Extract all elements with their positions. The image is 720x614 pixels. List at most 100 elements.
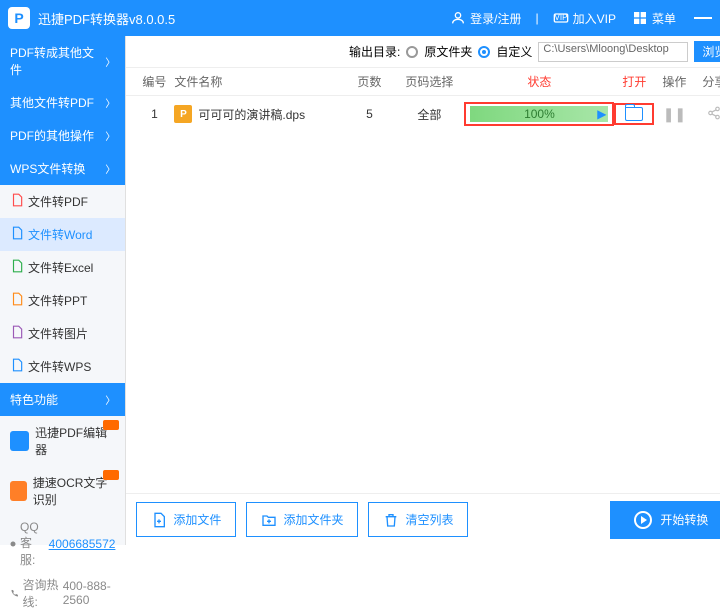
file-wps-icon bbox=[10, 358, 24, 372]
add-file-button[interactable]: 添加文件 bbox=[136, 502, 236, 537]
col-op: 操作 bbox=[654, 73, 694, 90]
radio-original-folder[interactable] bbox=[406, 46, 418, 58]
sidebar-cat-special[interactable]: 特色功能〉 bbox=[0, 383, 125, 416]
output-label: 输出目录: bbox=[349, 43, 400, 60]
item-label: 文件转PDF bbox=[28, 193, 88, 210]
app-logo: P bbox=[8, 7, 30, 29]
output-bar: 输出目录: 原文件夹 自定义 C:\Users\Mloong\Desktop 浏… bbox=[126, 36, 720, 68]
cat-label: WPS文件转换 bbox=[10, 160, 85, 177]
cat-label: 其他文件转PDF bbox=[10, 94, 94, 111]
chevron-right-icon: 〉 bbox=[105, 95, 115, 110]
start-label: 开始转换 bbox=[660, 511, 708, 528]
col-share: 分享 bbox=[694, 73, 720, 90]
add-folder-button[interactable]: 添加文件夹 bbox=[246, 502, 358, 537]
menu-label: 菜单 bbox=[652, 10, 676, 27]
file-plus-icon bbox=[151, 512, 167, 528]
progress-bar: 100% ▶ bbox=[470, 106, 608, 122]
sidebar-cat-pdf-other-ops[interactable]: PDF的其他操作〉 bbox=[0, 119, 125, 152]
share-button[interactable] bbox=[694, 106, 720, 123]
file-pdf-icon bbox=[10, 193, 24, 207]
vip-label: 加入VIP bbox=[573, 10, 616, 27]
col-pages: 页数 bbox=[344, 73, 394, 90]
vip-icon: VIP bbox=[553, 10, 569, 26]
col-pagesel: 页码选择 bbox=[394, 73, 464, 90]
col-open: 打开 bbox=[614, 73, 654, 90]
clear-label: 清空列表 bbox=[405, 511, 453, 528]
browse-button[interactable]: 浏览 bbox=[694, 41, 720, 62]
svg-text:VIP: VIP bbox=[554, 13, 567, 22]
sidebar-item-to-word[interactable]: 文件转Word bbox=[0, 218, 125, 251]
status-highlight-box: 100% ▶ bbox=[464, 102, 614, 126]
hot-badge bbox=[103, 470, 119, 480]
hot-badge bbox=[103, 420, 119, 430]
item-label: 文件转Word bbox=[28, 226, 92, 243]
table-row[interactable]: 1 P 可可可的演讲稿.dps 5 全部 100% ▶ ❚❚ bbox=[126, 96, 720, 132]
ad-ocr[interactable]: 捷速OCR文字识别 bbox=[0, 466, 125, 516]
sidebar-item-to-excel[interactable]: 文件转Excel bbox=[0, 251, 125, 284]
sidebar: PDF转成其他文件〉 其他文件转PDF〉 PDF的其他操作〉 WPS文件转换〉 … bbox=[0, 36, 126, 545]
share-icon bbox=[707, 106, 720, 120]
ad-pdf-editor[interactable]: 迅捷PDF编辑器 bbox=[0, 416, 125, 466]
cat-label: PDF的其他操作 bbox=[10, 127, 94, 144]
hotline-number: 400-888-2560 bbox=[63, 579, 116, 607]
qq-label: QQ 客服: bbox=[20, 520, 45, 568]
login-label: 登录/注册 bbox=[470, 10, 521, 27]
app-title: 迅捷PDF转换器v8.0.0.5 bbox=[38, 9, 444, 28]
play-icon bbox=[634, 511, 652, 529]
radio-label-original: 原文件夹 bbox=[424, 43, 472, 60]
vip-button[interactable]: VIP 加入VIP bbox=[547, 8, 622, 29]
ad-icon bbox=[10, 431, 29, 451]
row-pages: 5 bbox=[344, 107, 394, 121]
ad-icon bbox=[10, 481, 27, 501]
person-icon bbox=[450, 10, 466, 26]
arrow-right-icon: ▶ bbox=[597, 107, 606, 121]
row-status: 100% ▶ bbox=[464, 102, 614, 126]
row-idx: 1 bbox=[134, 107, 174, 121]
chevron-right-icon: 〉 bbox=[105, 161, 115, 176]
phone-icon bbox=[10, 587, 18, 599]
item-label: 文件转WPS bbox=[28, 358, 91, 375]
col-name: 文件名称 bbox=[174, 73, 344, 90]
radio-label-custom: 自定义 bbox=[496, 43, 532, 60]
file-excel-icon bbox=[10, 259, 24, 273]
table-header: 编号 文件名称 页数 页码选择 状态 打开 操作 分享 bbox=[126, 68, 720, 96]
file-type-icon: P bbox=[174, 105, 192, 123]
chevron-right-icon: 〉 bbox=[105, 128, 115, 143]
menu-button[interactable]: 菜单 bbox=[626, 8, 682, 29]
add-folder-label: 添加文件夹 bbox=[283, 511, 343, 528]
row-open bbox=[614, 103, 654, 125]
content-area: 输出目录: 原文件夹 自定义 C:\Users\Mloong\Desktop 浏… bbox=[126, 36, 720, 545]
item-label: 文件转图片 bbox=[28, 325, 88, 342]
login-button[interactable]: 登录/注册 bbox=[444, 8, 527, 29]
cat-label: PDF转成其他文件 bbox=[10, 44, 105, 78]
qq-info: QQ 客服: 4006685572 bbox=[0, 516, 125, 572]
open-highlight-box bbox=[614, 103, 654, 125]
separator: | bbox=[536, 11, 539, 25]
folder-icon[interactable] bbox=[625, 107, 643, 121]
pause-button[interactable]: ❚❚ bbox=[654, 106, 694, 123]
file-word-icon bbox=[10, 226, 24, 240]
radio-custom[interactable] bbox=[478, 46, 490, 58]
sidebar-cat-other-to-pdf[interactable]: 其他文件转PDF 〉 bbox=[0, 86, 125, 119]
sidebar-cat-pdf-to-other[interactable]: PDF转成其他文件〉 bbox=[0, 36, 125, 86]
hotline-info: 咨询热线: 400-888-2560 bbox=[0, 572, 125, 614]
cat-label: 特色功能 bbox=[10, 391, 58, 408]
item-label: 文件转PPT bbox=[28, 292, 87, 309]
minimize-button[interactable] bbox=[694, 17, 712, 19]
qq-link[interactable]: 4006685572 bbox=[49, 537, 116, 551]
progress-text: 100% bbox=[524, 107, 555, 121]
sidebar-cat-wps-convert[interactable]: WPS文件转换 〉 bbox=[0, 152, 125, 185]
clear-list-button[interactable]: 清空列表 bbox=[368, 502, 468, 537]
start-convert-button[interactable]: 开始转换 bbox=[610, 501, 720, 539]
col-status: 状态 bbox=[464, 73, 614, 90]
hotline-label: 咨询热线: bbox=[22, 576, 58, 610]
sidebar-item-to-pdf[interactable]: 文件转PDF bbox=[0, 185, 125, 218]
folder-plus-icon bbox=[261, 512, 277, 528]
sidebar-item-to-image[interactable]: 文件转图片 bbox=[0, 317, 125, 350]
sidebar-item-to-wps[interactable]: 文件转WPS bbox=[0, 350, 125, 383]
sidebar-item-to-ppt[interactable]: 文件转PPT bbox=[0, 284, 125, 317]
output-path-input[interactable]: C:\Users\Mloong\Desktop bbox=[538, 42, 688, 62]
grid-icon bbox=[632, 10, 648, 26]
row-pagesel[interactable]: 全部 bbox=[394, 106, 464, 123]
file-ppt-icon bbox=[10, 292, 24, 306]
